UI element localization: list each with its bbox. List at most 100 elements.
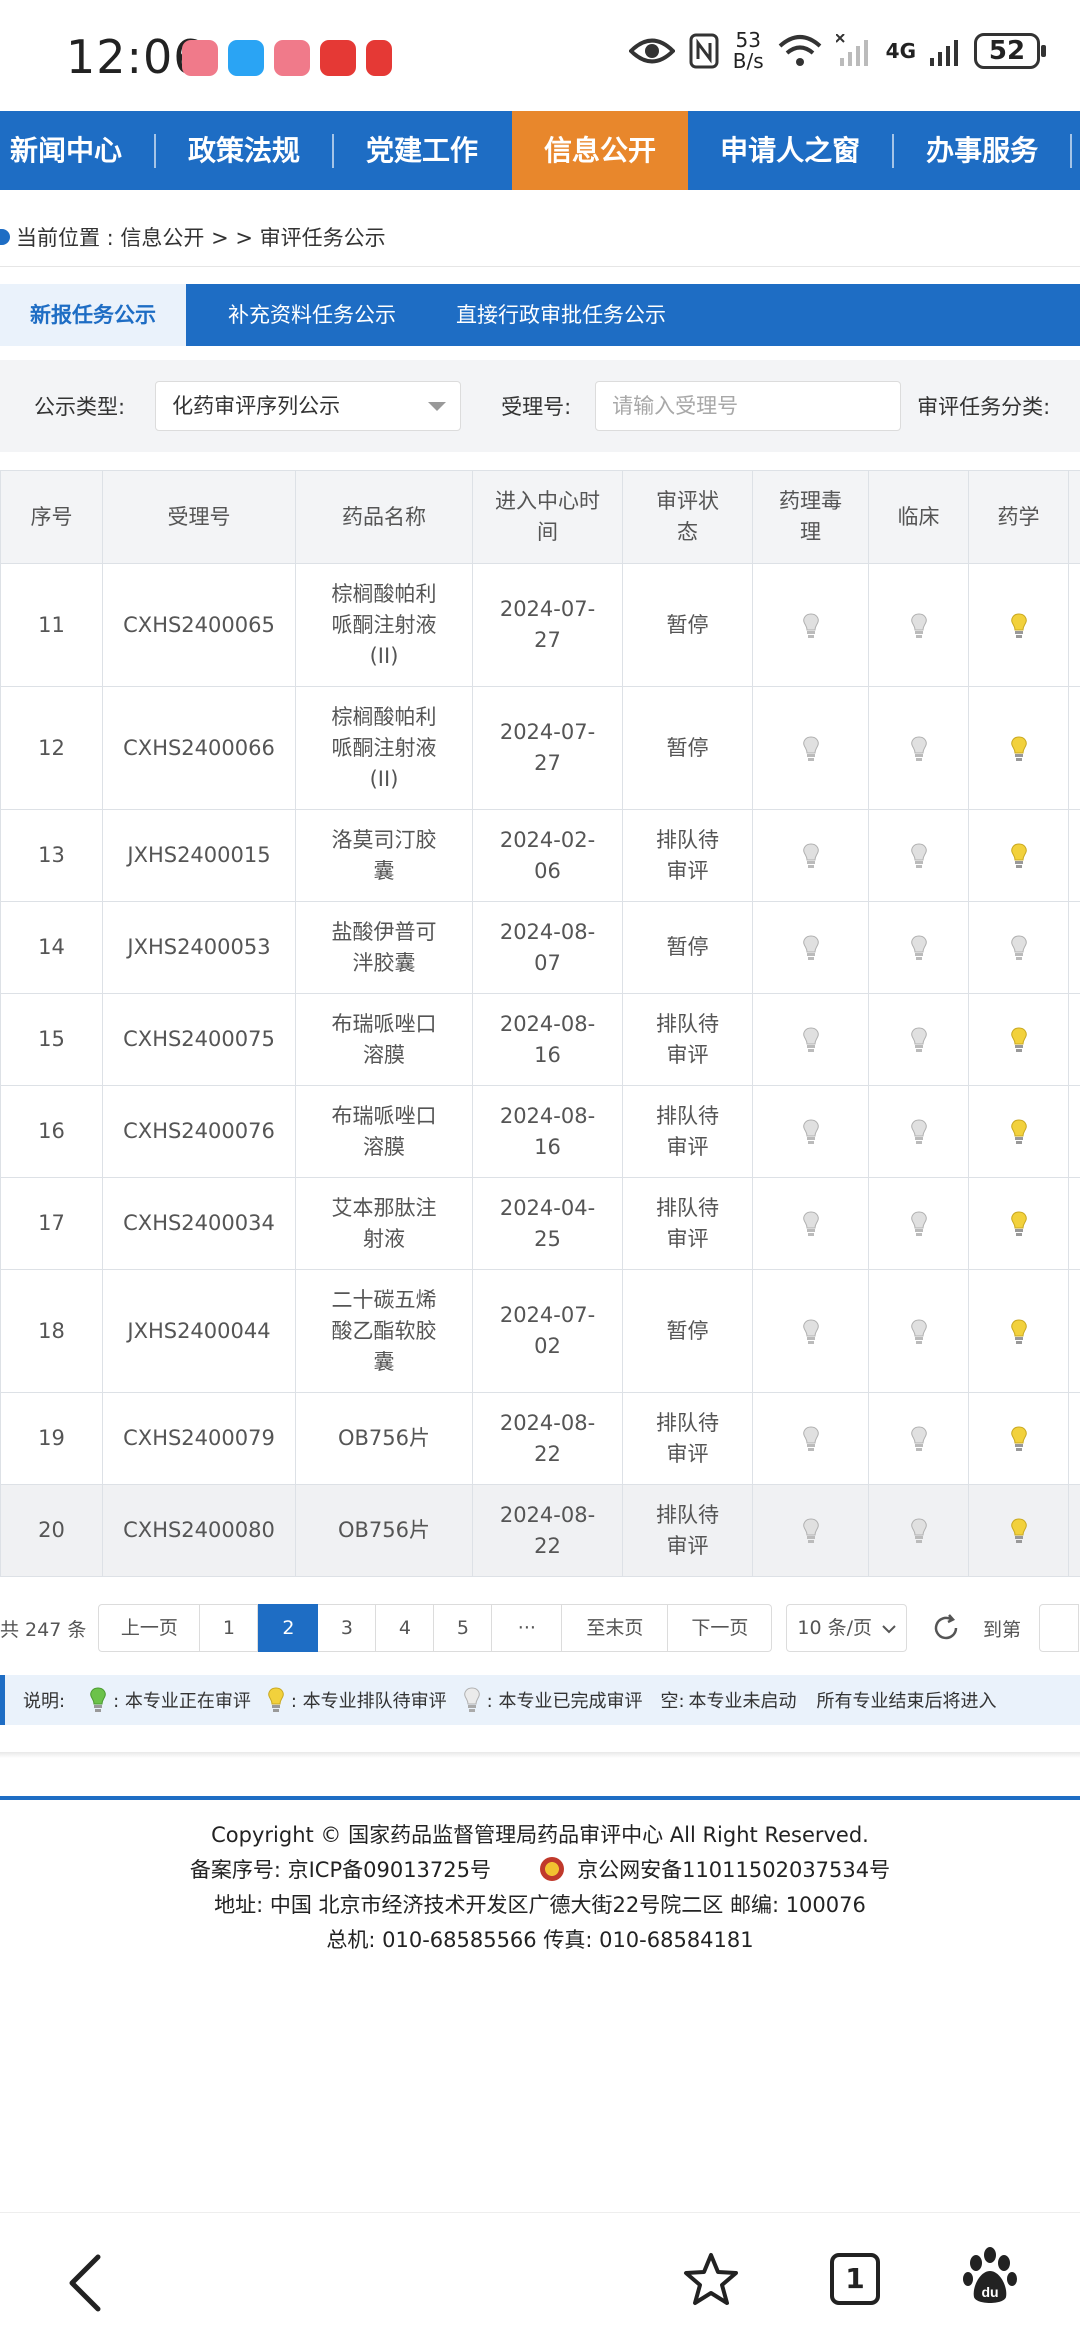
cell-pharmacy [968, 1177, 1069, 1270]
accept-number-input[interactable] [595, 381, 902, 431]
prev-page-button[interactable]: 上一页 [98, 1604, 201, 1652]
cell-entry-time: 2024-08-16 [472, 993, 623, 1086]
col-header-pharmacy: 药学 [968, 470, 1069, 564]
pharmacy-bulb-icon [1010, 1426, 1027, 1451]
table-header-row: 序号 受理号 药品名称 进入中心时间 审评状态 药理毒理 临床 药学 [0, 470, 1080, 564]
cell-status: 排队待审评 [622, 1392, 753, 1485]
cell-pharm-tox [752, 993, 869, 1086]
nav-item-applicant[interactable]: 申请人之窗 [688, 111, 892, 190]
cell-accept-no: CXHS2400076 [102, 1085, 296, 1178]
page-size-value: 10 条/页 [797, 1617, 872, 1639]
status-indicators: 53 B/s 4G 52 [628, 28, 1046, 73]
location-icon [0, 229, 10, 245]
cell-entry-time: 2024-07-02 [472, 1269, 623, 1393]
cell-entry-time: 2024-08-22 [472, 1484, 623, 1577]
col-header-drug-name: 药品名称 [295, 470, 473, 564]
cell-accept-no: JXHS2400044 [102, 1269, 296, 1393]
pharm-tox-bulb-icon [802, 843, 819, 868]
table-row[interactable]: 18 JXHS2400044 二十碳五烯酸乙酯软胶囊 2024-07-02 暂停 [0, 1269, 1080, 1393]
net-speed: 53 B/s [732, 28, 764, 73]
svg-text:du: du [981, 2284, 998, 2300]
cell-entry-time: 2024-02-06 [472, 809, 623, 902]
type-select[interactable]: 化药审评序列公示 [155, 381, 462, 431]
category-label: 审评任务分类: [917, 395, 1051, 419]
tab-supplement-tasks[interactable]: 补充资料任务公示 [198, 284, 426, 346]
page-button[interactable]: 3 [318, 1604, 377, 1652]
clinical-bulb-icon [910, 1119, 927, 1144]
page-button-current[interactable]: 2 [258, 1604, 319, 1652]
cell-more [1068, 1392, 1080, 1485]
clinical-bulb-icon [910, 1518, 927, 1543]
back-icon[interactable] [66, 2253, 106, 2313]
cell-pharm-tox [752, 1177, 869, 1270]
page-button[interactable]: 5 [434, 1604, 493, 1652]
cell-pharm-tox [752, 1269, 869, 1393]
page-button[interactable]: 4 [376, 1604, 435, 1652]
table-row[interactable]: 14 JXHS2400053 盐酸伊普可泮胶囊 2024-08-07 暂停 [0, 901, 1080, 994]
nav-item-info-disclosure[interactable]: 信息公开 [512, 111, 689, 190]
table-row[interactable]: 15 CXHS2400075 布瑞哌唑口溶膜 2024-08-16 排队待审评 [0, 993, 1080, 1086]
yellow-bulb-icon [268, 1687, 284, 1712]
eye-icon [628, 38, 675, 64]
nav-item-policy[interactable]: 政策法规 [156, 111, 332, 190]
last-page-button[interactable]: 至末页 [562, 1604, 669, 1652]
table-row[interactable]: 16 CXHS2400076 布瑞哌唑口溶膜 2024-08-16 排队待审评 [0, 1085, 1080, 1178]
cell-more [1068, 1269, 1080, 1393]
shopping-app-icon-2 [274, 40, 310, 76]
table-row[interactable]: 19 CXHS2400079 OB756片 2024-08-22 排队待审评 [0, 1392, 1080, 1485]
next-page-button[interactable]: 下一页 [668, 1604, 773, 1652]
nav-item-party[interactable]: 党建工作 [334, 111, 510, 190]
sub-tabs: 新报任务公示 补充资料任务公示 直接行政审批任务公示 [0, 284, 1080, 346]
signal-off-icon [835, 34, 868, 66]
table-row[interactable]: 13 JXHS2400015 洛莫司汀胶囊 2024-02-06 排队待审评 [0, 809, 1080, 902]
tab-direct-approval-tasks[interactable]: 直接行政审批任务公示 [426, 284, 696, 346]
table-row[interactable]: 11 CXHS2400065 棕榈酸帕利哌酮注射液(II) 2024-07-27 暂停 [0, 563, 1080, 687]
col-header-entry-time: 进入中心时间 [472, 470, 623, 564]
red-packet-icon [366, 40, 392, 76]
network-type: 4G [885, 39, 916, 63]
pharm-tox-bulb-icon [802, 1027, 819, 1052]
cell-status: 暂停 [622, 901, 753, 994]
cell-entry-time: 2024-04-25 [472, 1177, 623, 1270]
cell-pharm-tox [752, 563, 869, 687]
page-button[interactable]: 1 [200, 1604, 259, 1652]
footer-record-line: 备案序号: 京ICP备09013725号 京公网安备11011502037534… [0, 1853, 1080, 1888]
nav-item-services[interactable]: 办事服务 [894, 111, 1070, 190]
col-header-no: 序号 [0, 470, 103, 564]
baidu-paw-icon[interactable]: du [962, 2247, 1018, 2307]
table-row[interactable]: 12 CXHS2400066 棕榈酸帕利哌酮注射液(II) 2024-07-27 暂停 [0, 686, 1080, 810]
goto-input[interactable] [1039, 1604, 1080, 1652]
cell-accept-no: CXHS2400080 [102, 1484, 296, 1577]
cell-pharmacy [968, 1085, 1069, 1178]
tabs-button[interactable]: 1 [830, 2253, 880, 2305]
police-record-link[interactable]: 京公网安备11011502037534号 [577, 1858, 890, 1882]
tab-new-tasks[interactable]: 新报任务公示 [0, 284, 186, 346]
legend-queued: : 本专业排队待审评 [267, 1687, 447, 1713]
cell-clinical [868, 993, 969, 1086]
refresh-icon[interactable] [931, 1613, 961, 1643]
star-icon[interactable] [682, 2251, 740, 2309]
page-ellipsis[interactable]: ··· [492, 1604, 563, 1652]
search-app-icon [228, 40, 264, 76]
icp-link[interactable]: 备案序号: 京ICP备09013725号 [190, 1858, 491, 1882]
clinical-bulb-icon [910, 1318, 927, 1344]
grey-bulb-icon [463, 1687, 480, 1712]
nfc-icon [689, 33, 719, 69]
pharm-tox-bulb-icon [802, 735, 819, 761]
pharm-tox-bulb-icon [802, 1119, 819, 1144]
pharm-tox-bulb-icon [802, 1518, 819, 1543]
legend-completed: : 本专业已完成审评 [463, 1687, 642, 1713]
table-row[interactable]: 20 CXHS2400080 OB756片 2024-08-22 排队待审评 [0, 1484, 1080, 1577]
cell-pharm-tox [752, 901, 869, 994]
page-size-select[interactable]: 10 条/页 [786, 1604, 908, 1652]
cell-entry-time: 2024-07-27 [472, 686, 623, 810]
nav-item-news[interactable]: 新闻中心 [0, 111, 154, 190]
table-row[interactable]: 17 CXHS2400034 艾本那肽注射液 2024-04-25 排队待审评 [0, 1177, 1080, 1270]
legend-note: 所有专业结束后将进入 [816, 1691, 997, 1712]
cell-clinical [868, 1484, 969, 1577]
cell-pharmacy [968, 993, 1069, 1086]
cell-entry-time: 2024-07-27 [472, 563, 623, 687]
breadcrumb-text: 当前位置 : 信息公开 > > 审评任务公示 [16, 226, 386, 250]
battery-icon: 52 [974, 33, 1046, 69]
filter-bar: 公示类型: 化药审评序列公示 受理号: 审评任务分类: [0, 360, 1080, 452]
